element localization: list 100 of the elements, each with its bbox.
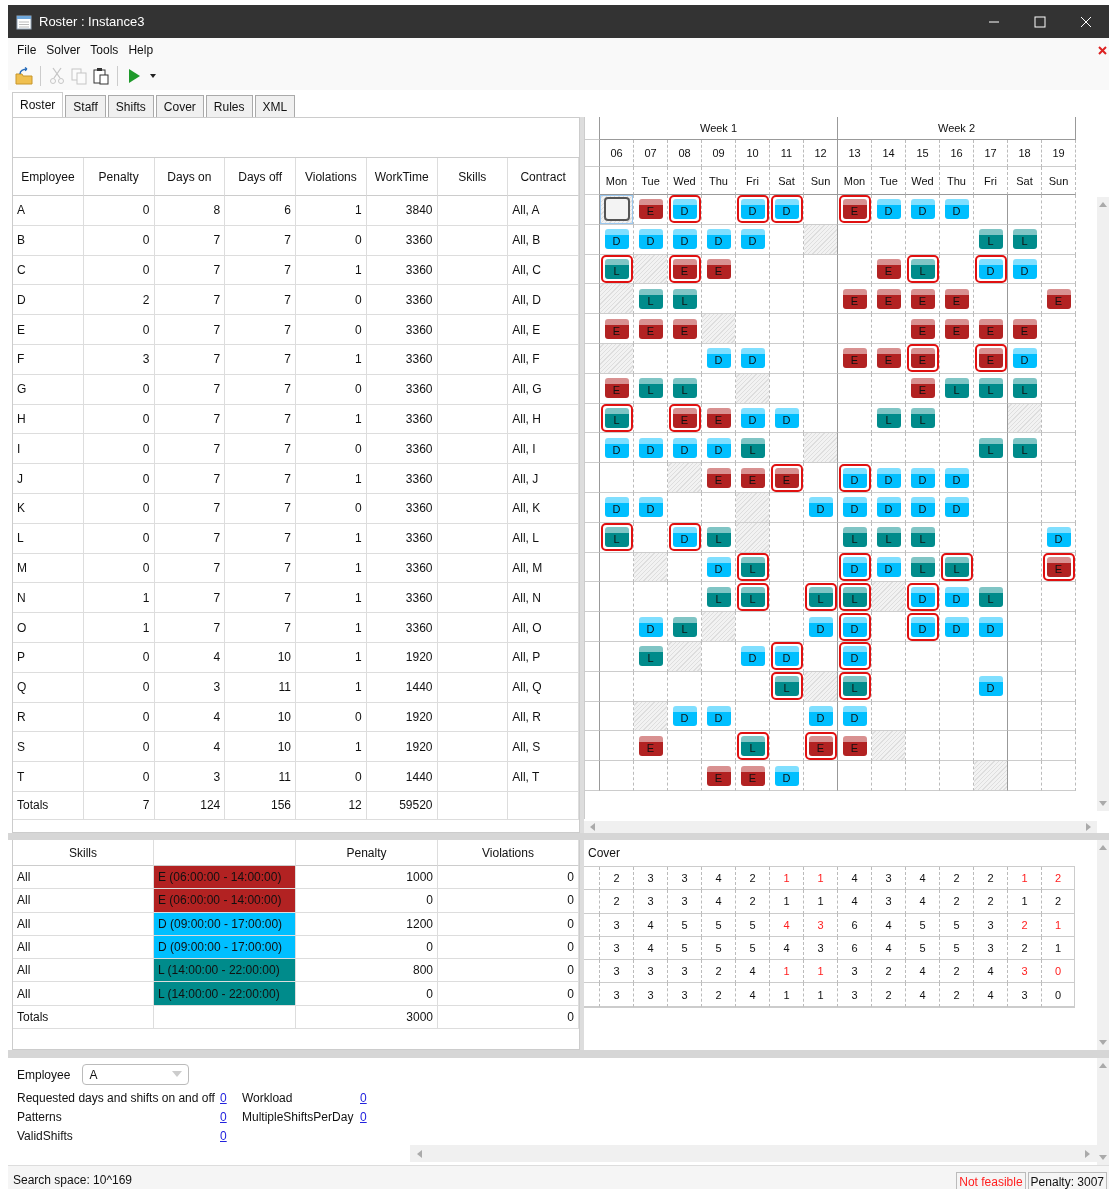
empty-cell[interactable]	[1042, 314, 1076, 344]
empty-cell[interactable]	[1008, 552, 1042, 583]
menu-item[interactable]: File	[12, 43, 42, 57]
empty-cell[interactable]	[838, 254, 872, 285]
empty-cell[interactable]	[1042, 641, 1076, 672]
shift-block[interactable]: L	[838, 672, 871, 701]
empty-cell[interactable]	[906, 224, 940, 255]
empty-cell[interactable]	[804, 761, 838, 791]
row-header-cell[interactable]	[585, 761, 600, 791]
empty-cell[interactable]	[804, 552, 838, 583]
scroll-up-icon[interactable]	[1099, 201, 1107, 209]
shift-block[interactable]: L	[804, 582, 837, 611]
empty-cell[interactable]	[668, 671, 702, 702]
empty-cell[interactable]	[600, 612, 634, 642]
empty-cell[interactable]	[770, 731, 804, 762]
empty-cell[interactable]	[1008, 671, 1042, 702]
empty-cell[interactable]	[940, 641, 974, 672]
empty-cell[interactable]	[804, 641, 838, 672]
tab[interactable]: Shifts	[107, 95, 154, 117]
menu-item[interactable]: Tools	[85, 43, 124, 57]
empty-cell[interactable]	[634, 403, 668, 434]
row-header-cell[interactable]	[585, 641, 600, 672]
shift-block[interactable]: L	[770, 672, 803, 701]
tab[interactable]: Rules	[205, 95, 253, 117]
empty-cell[interactable]	[872, 433, 906, 464]
splitter[interactable]	[580, 840, 584, 1050]
splitter[interactable]	[8, 1050, 1109, 1058]
empty-cell[interactable]	[634, 522, 668, 553]
empty-cell[interactable]	[906, 641, 940, 672]
empty-cell[interactable]	[600, 761, 634, 791]
row-header-cell[interactable]	[585, 701, 600, 732]
empty-cell[interactable]	[668, 761, 702, 791]
vertical-scrollbar[interactable]	[1097, 197, 1109, 811]
empty-cell[interactable]	[702, 671, 736, 702]
empty-cell[interactable]	[1042, 761, 1076, 791]
row-header-cell[interactable]	[585, 671, 600, 702]
scroll-down-icon[interactable]	[1099, 1038, 1107, 1046]
row-header-cell[interactable]	[585, 463, 600, 493]
row-header-cell[interactable]	[585, 522, 600, 553]
splitter[interactable]	[8, 833, 1109, 840]
empty-cell[interactable]	[906, 433, 940, 464]
column-header[interactable]: Violations	[296, 158, 367, 196]
paste-icon[interactable]	[92, 67, 110, 85]
shift-block[interactable]: L	[600, 255, 633, 283]
shift-block[interactable]: D	[906, 582, 939, 611]
empty-cell[interactable]	[1008, 701, 1042, 732]
empty-cell[interactable]	[872, 761, 906, 791]
empty-cell[interactable]	[1042, 433, 1076, 464]
empty-cell[interactable]	[872, 224, 906, 255]
empty-cell[interactable]	[668, 731, 702, 762]
empty-cell[interactable]	[600, 463, 634, 493]
empty-cell[interactable]	[940, 701, 974, 732]
horizontal-scrollbar[interactable]	[584, 820, 1097, 833]
empty-cell[interactable]	[804, 284, 838, 315]
selected-cell[interactable]	[600, 195, 633, 224]
employee-dropdown[interactable]: A	[82, 1064, 190, 1085]
shift-block[interactable]: D	[974, 255, 1007, 283]
empty-cell[interactable]	[974, 641, 1008, 672]
empty-cell[interactable]	[940, 522, 974, 553]
shift-block[interactable]: L	[736, 552, 769, 581]
column-header[interactable]: WorkTime	[366, 158, 438, 196]
empty-cell[interactable]	[1042, 373, 1076, 404]
scroll-down-icon[interactable]	[1099, 1153, 1107, 1161]
shift-block[interactable]: L	[600, 523, 633, 552]
empty-cell[interactable]	[770, 552, 804, 583]
empty-cell[interactable]	[906, 761, 940, 791]
penalty-link[interactable]: 0	[360, 1091, 382, 1105]
empty-cell[interactable]	[736, 284, 770, 315]
shift-block[interactable]: D	[770, 642, 803, 671]
empty-cell[interactable]	[1042, 731, 1076, 762]
empty-cell[interactable]	[1042, 224, 1076, 255]
empty-cell[interactable]	[872, 612, 906, 642]
empty-cell[interactable]	[872, 314, 906, 344]
empty-cell[interactable]	[1042, 344, 1076, 374]
shift-block[interactable]: D	[736, 195, 769, 224]
empty-cell[interactable]	[974, 522, 1008, 553]
open-folder-icon[interactable]	[15, 67, 33, 85]
empty-cell[interactable]	[634, 761, 668, 791]
row-header-cell[interactable]	[585, 612, 600, 642]
vertical-scrollbar[interactable]	[1097, 1058, 1109, 1165]
empty-cell[interactable]	[668, 492, 702, 523]
penalty-link[interactable]: 0	[360, 1110, 382, 1124]
tab[interactable]: Staff	[65, 95, 106, 117]
empty-cell[interactable]	[1042, 582, 1076, 613]
empty-cell[interactable]	[804, 195, 838, 225]
empty-cell[interactable]	[906, 671, 940, 702]
penalty-link[interactable]: 0	[220, 1129, 242, 1143]
menu-item[interactable]: Help	[123, 43, 159, 57]
empty-cell[interactable]	[668, 582, 702, 613]
empty-cell[interactable]	[1008, 731, 1042, 762]
empty-cell[interactable]	[804, 463, 838, 493]
empty-cell[interactable]	[702, 731, 736, 762]
column-header[interactable]: Penalty	[83, 158, 155, 196]
shift-block[interactable]: D	[906, 612, 939, 641]
column-header[interactable]: Penalty	[296, 840, 438, 866]
empty-cell[interactable]	[770, 344, 804, 374]
empty-cell[interactable]	[736, 254, 770, 285]
empty-cell[interactable]	[974, 284, 1008, 315]
shift-block[interactable]: L	[838, 582, 871, 611]
tab[interactable]: Roster	[12, 92, 64, 117]
